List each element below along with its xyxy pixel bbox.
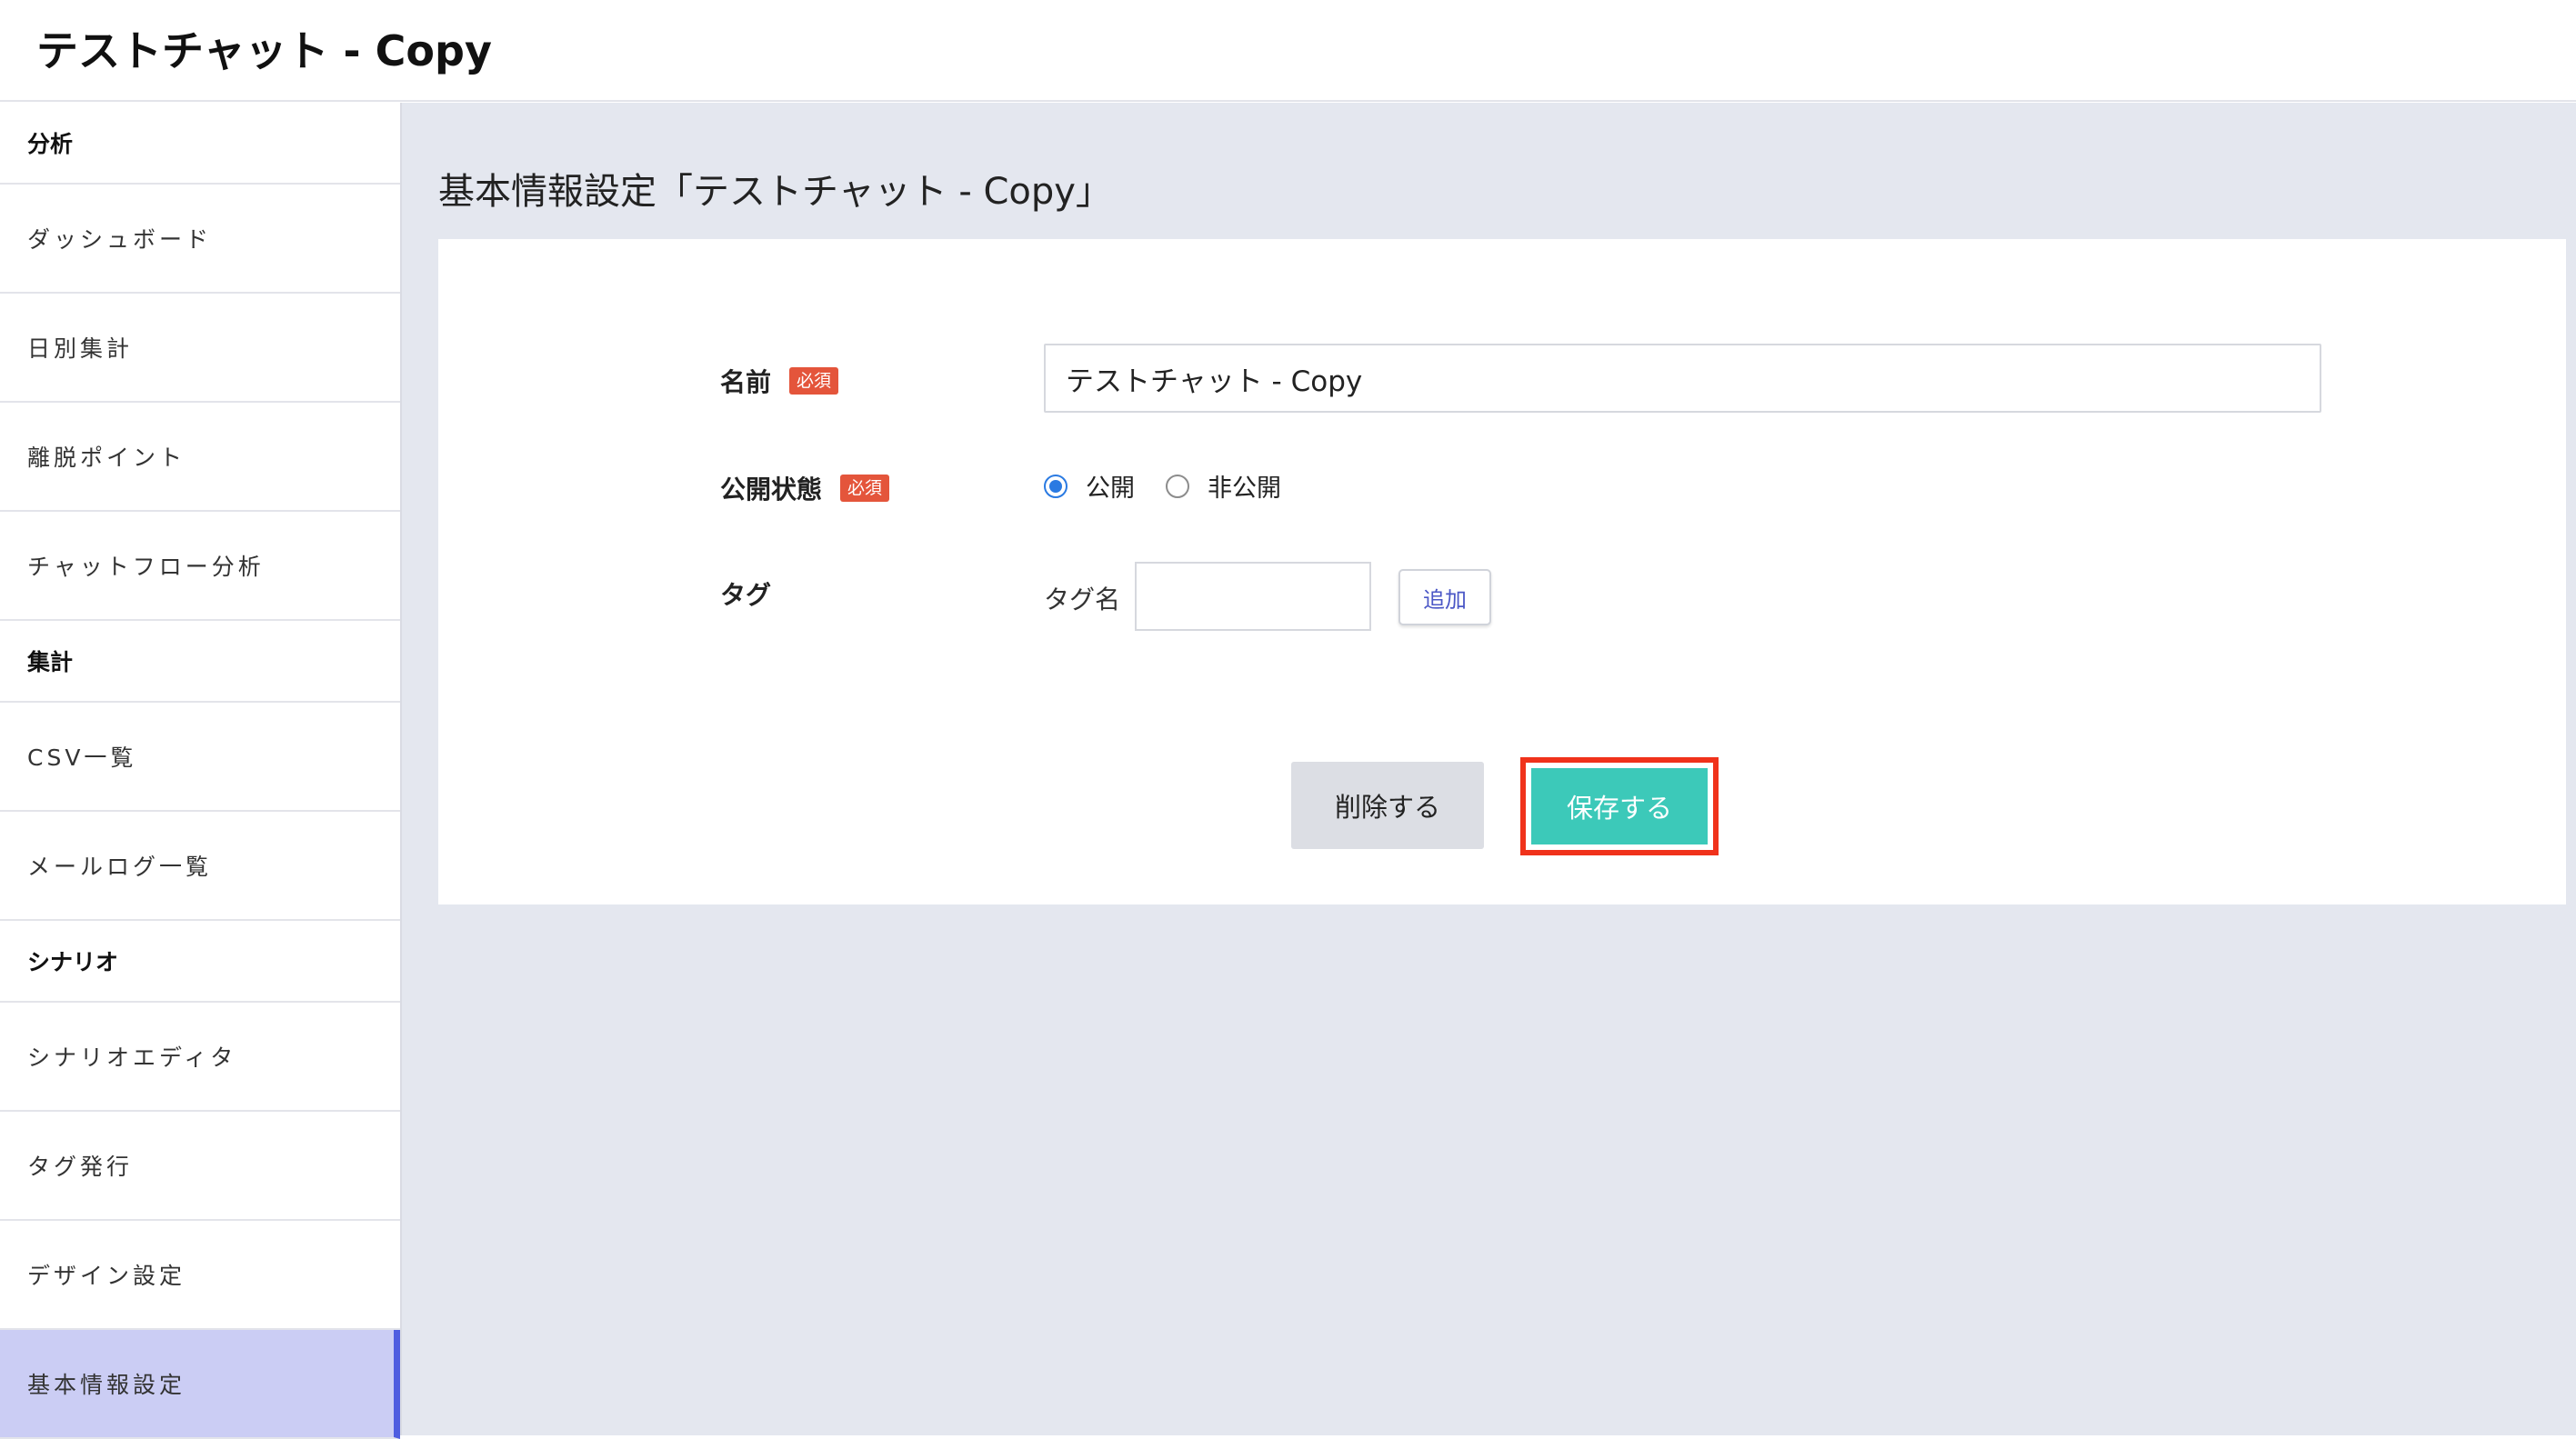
status-label-text: 公開状態: [720, 475, 823, 505]
status-field-label: 公開状態 必須: [720, 470, 890, 506]
save-button[interactable]: 保存する: [1531, 768, 1708, 844]
sidebar-section-analysis: 分析: [0, 103, 400, 185]
tag-name-input[interactable]: [1135, 562, 1371, 631]
save-button-highlight: 保存する: [1520, 757, 1719, 855]
sidebar-item-dashboard[interactable]: ダッシュボード: [0, 185, 400, 294]
radio-public-label[interactable]: 公開: [1086, 468, 1135, 504]
sidebar-section-scenario: シナリオ: [0, 921, 400, 1003]
app-header: テストチャット - Copy: [0, 0, 2576, 102]
tag-field-label: タグ: [720, 575, 771, 612]
app-title: テストチャット - Copy: [36, 26, 492, 75]
name-field-label: 名前 必須: [720, 363, 839, 399]
sidebar-item-csv-list[interactable]: CSV一覧: [0, 703, 400, 812]
delete-button[interactable]: 削除する: [1291, 762, 1484, 849]
radio-private-label[interactable]: 非公開: [1208, 468, 1281, 504]
name-label-text: 名前: [720, 367, 772, 397]
sidebar-section-aggregation: 集計: [0, 621, 400, 703]
sidebar-item-tag-issue[interactable]: タグ発行: [0, 1112, 400, 1221]
main-content: 基本情報設定「テストチャット - Copy」 名前 必須 公開状態 必須 公開 …: [402, 103, 2576, 1435]
add-tag-button[interactable]: 追加: [1398, 569, 1491, 625]
radio-private[interactable]: [1166, 474, 1189, 498]
required-badge: 必須: [789, 367, 839, 395]
sidebar-item-daily-stats[interactable]: 日別集計: [0, 294, 400, 403]
tag-label-text: タグ: [720, 580, 772, 610]
sidebar-item-basic-settings[interactable]: 基本情報設定: [0, 1330, 400, 1439]
status-radio-group: 公開 非公開: [1044, 468, 1281, 504]
name-input[interactable]: [1044, 344, 2321, 413]
sidebar-item-dropoff-points[interactable]: 離脱ポイント: [0, 403, 400, 512]
required-badge: 必須: [840, 475, 890, 502]
tag-name-label: タグ名: [1044, 585, 1121, 615]
settings-form-card: 名前 必須 公開状態 必須 公開 非公開 タグ タグ名 追加 削除する 保存する: [438, 239, 2566, 904]
sidebar-item-mail-log-list[interactable]: メールログ一覧: [0, 812, 400, 921]
radio-public[interactable]: [1044, 474, 1067, 498]
sidebar-item-scenario-editor[interactable]: シナリオエディタ: [0, 1003, 400, 1112]
sidebar: 分析 ダッシュボード 日別集計 離脱ポイント チャットフロー分析 集計 CSV一…: [0, 103, 402, 1439]
sidebar-item-design-settings[interactable]: デザイン設定: [0, 1221, 400, 1330]
sidebar-item-chatflow-analysis[interactable]: チャットフロー分析: [0, 512, 400, 621]
page-title: 基本情報設定「テストチャット - Copy」: [438, 171, 1112, 213]
